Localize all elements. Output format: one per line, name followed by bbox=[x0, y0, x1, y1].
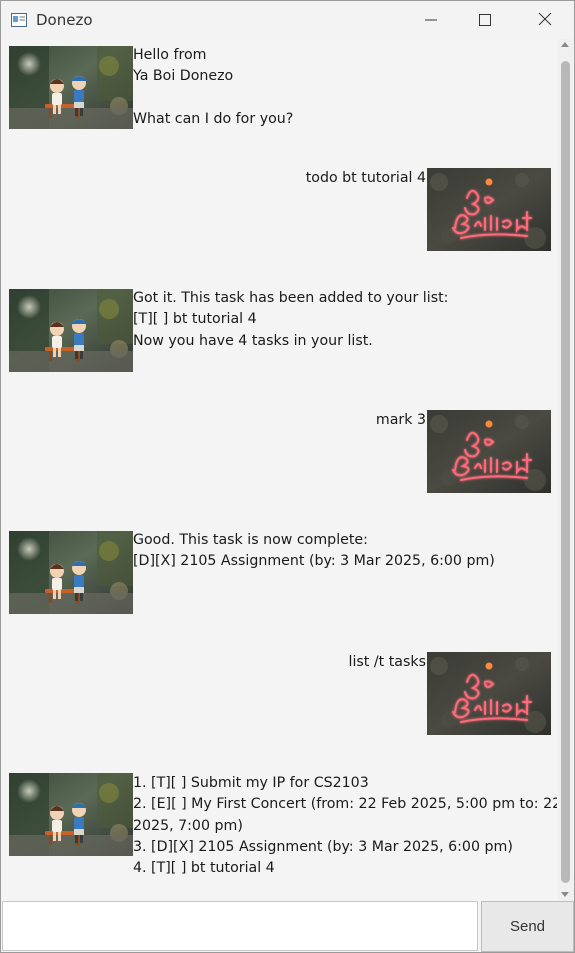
maximize-icon bbox=[479, 11, 491, 30]
bot-avatar bbox=[9, 531, 133, 614]
message-input[interactable] bbox=[2, 901, 478, 951]
scrollbar-thumb[interactable] bbox=[561, 61, 570, 883]
user-message: mark 3 bbox=[376, 410, 426, 431]
message-line: What can I do for you? bbox=[133, 110, 294, 127]
message-line: Ya Boi Donezo bbox=[133, 68, 234, 85]
message-line: Hello from bbox=[133, 47, 207, 63]
minimize-button[interactable] bbox=[404, 1, 458, 39]
app-icon bbox=[11, 12, 27, 27]
close-button[interactable] bbox=[518, 1, 572, 39]
app-window: Donezo Hello from Ya Boi Donezo What can… bbox=[0, 0, 575, 953]
window-title: Donezo bbox=[36, 11, 93, 29]
send-button[interactable]: Send bbox=[481, 901, 574, 952]
neon-sign-image bbox=[427, 168, 551, 251]
bot-message: Got it. This task has been added to your… bbox=[133, 288, 448, 352]
title-bar: Donezo bbox=[1, 1, 574, 39]
message-line: 4. [T][ ] bt tutorial 4 bbox=[133, 860, 275, 877]
bot-message: Hello from Ya Boi Donezo What can I do f… bbox=[133, 45, 293, 130]
couple-figurines-image bbox=[9, 46, 133, 129]
minimize-icon bbox=[425, 11, 437, 30]
bot-avatar bbox=[9, 46, 133, 129]
message-line bbox=[133, 88, 293, 109]
message-line: mark 3 bbox=[375, 412, 426, 428]
user-message: todo bt tutorial 4 bbox=[306, 168, 426, 189]
message-line: 2. [E][ ] My First Concert (from: 22 Feb… bbox=[133, 796, 557, 813]
vertical-scrollbar[interactable] bbox=[558, 39, 573, 901]
message-line: 1. [T][ ] Submit my IP for CS2103 bbox=[133, 775, 369, 791]
message-line: 2025, 7:00 pm) bbox=[133, 817, 243, 834]
bot-message: Good. This task is now complete: [D][X] … bbox=[133, 530, 495, 573]
message-line: Good. This task is now complete: bbox=[133, 532, 368, 548]
neon-sign-image bbox=[427, 652, 551, 735]
chat-scroll-pane[interactable]: Hello from Ya Boi Donezo What can I do f… bbox=[2, 39, 557, 901]
user-message: list /t tasks bbox=[349, 652, 426, 673]
scroll-down-arrow-icon[interactable] bbox=[561, 892, 569, 897]
message-line: list /t tasks bbox=[348, 654, 426, 670]
message-line: Now you have 4 tasks in your list. bbox=[133, 332, 373, 349]
message-line: [T][ ] bt tutorial 4 bbox=[133, 311, 257, 328]
couple-figurines-image bbox=[9, 531, 133, 614]
user-avatar bbox=[427, 168, 551, 251]
message-line: [D][X] 2105 Assignment (by: 3 Mar 2025, … bbox=[133, 553, 495, 570]
maximize-button[interactable] bbox=[458, 1, 512, 39]
bot-avatar bbox=[9, 289, 133, 372]
message-line: 3. [D][X] 2105 Assignment (by: 3 Mar 202… bbox=[133, 838, 513, 855]
message-line: Got it. This task has been added to your… bbox=[133, 290, 449, 306]
message-line: todo bt tutorial 4 bbox=[305, 170, 426, 186]
close-icon bbox=[538, 11, 552, 30]
couple-figurines-image bbox=[9, 773, 133, 856]
user-avatar bbox=[427, 410, 551, 493]
neon-sign-image bbox=[427, 410, 551, 493]
bot-message: 1. [T][ ] Submit my IP for CS2103 2. [E]… bbox=[133, 773, 557, 879]
user-avatar bbox=[427, 652, 551, 735]
scroll-up-arrow-icon[interactable] bbox=[561, 42, 569, 47]
bot-avatar bbox=[9, 773, 133, 856]
couple-figurines-image bbox=[9, 289, 133, 372]
